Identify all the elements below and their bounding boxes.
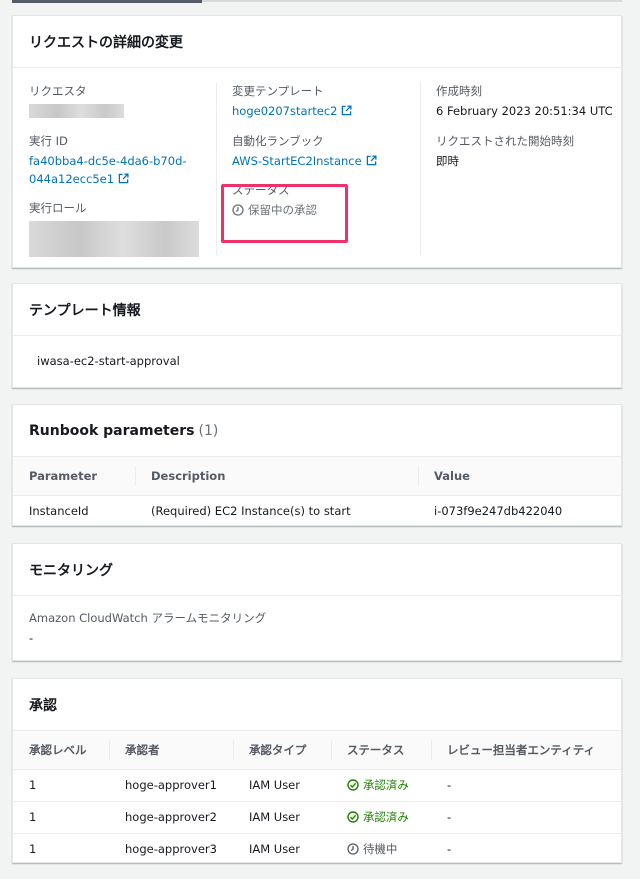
template-info-panel: テンプレート情報 iwasa-ec2-start-approval	[12, 283, 622, 388]
approval-status-text: 承認済み	[362, 777, 409, 792]
external-link-icon[interactable]	[118, 173, 129, 184]
external-link-icon[interactable]	[341, 105, 353, 116]
approval-table: 承認レベル 承認者 承認タイプ ステータス レビュー担当者エンティティ 1 hog…	[13, 731, 621, 865]
approval-level: 1	[29, 842, 37, 857]
execution-id-link[interactable]: fa40bba4-dc5e-4da6-b70d- 044a12ecc5e1	[29, 152, 187, 188]
cloudwatch-alarm-label: Amazon CloudWatch アラームモニタリング	[29, 611, 267, 625]
execution-id-field: 実行 ID fa40bba4-dc5e-4da6-b70d- 044a12ecc…	[29, 133, 187, 188]
execution-role-label: 実行ロール	[29, 201, 87, 215]
reviewer-entity: -	[446, 842, 452, 857]
template-name: iwasa-ec2-start-approval	[37, 354, 180, 368]
runbook-parameters-header: Runbook parameters (1)	[13, 405, 621, 457]
approval-status: 待機中	[331, 833, 431, 865]
execution-id-line2[interactable]: 044a12ecc5e1	[29, 172, 114, 186]
created-time-field: 作成時刻 6 February 2023 20:51:34 UTC	[436, 83, 613, 120]
table-row: 1 hoge-approver2 IAM User 承認済み -	[13, 801, 621, 834]
execution-id-label: 実行 ID	[29, 134, 68, 148]
requested-start-label: リクエストされた開始時刻	[436, 134, 574, 148]
request-details-title: リクエストの詳細の変更	[13, 16, 621, 68]
approval-type: IAM User	[248, 842, 300, 857]
table-row: InstanceId (Required) EC2 Instance(s) to…	[13, 495, 621, 527]
requester-field: リクエスタ	[29, 83, 124, 118]
requester-value-redacted	[29, 104, 124, 118]
runbook-parameters-table: Parameter Description Value InstanceId (…	[13, 457, 621, 527]
reviewer-entity: -	[430, 801, 621, 834]
runbook-parameters-title: Runbook parameters	[29, 422, 195, 439]
approval-level: 1	[13, 801, 109, 834]
approver-name: hoge-approver1	[109, 769, 233, 802]
column-header-description: Description	[135, 457, 418, 496]
approval-status: 承認済み	[330, 769, 431, 802]
execution-role-value-redacted	[29, 221, 199, 257]
approval-type: IAM User	[232, 769, 331, 802]
param-name: InstanceId	[29, 504, 89, 519]
request-details-panel: リクエストの詳細の変更 リクエスタ 実行 ID fa40bba4-dc5e-4d…	[12, 15, 622, 268]
param-description: (Required) EC2 Instance(s) to start	[151, 504, 351, 519]
change-template-link[interactable]: hoge0207startec2	[232, 104, 337, 118]
requested-start-field: リクエストされた開始時刻 即時	[436, 133, 574, 170]
approval-status-text: 承認済み	[362, 809, 409, 824]
template-info-title: テンプレート情報	[13, 284, 621, 336]
approval-panel: 承認 承認レベル 承認者 承認タイプ ステータス レビュー担当者エンティティ 1…	[12, 678, 622, 863]
runbook-label: 自動化ランブック	[232, 134, 324, 148]
execution-id-line1[interactable]: fa40bba4-dc5e-4da6-b70d-	[29, 154, 187, 168]
check-circle-icon	[347, 778, 359, 791]
approval-level: 1	[13, 769, 109, 802]
approver-name: hoge-approver2	[109, 801, 233, 834]
runbook-parameters-count: (1)	[198, 422, 219, 439]
check-circle-icon	[347, 810, 359, 823]
column-divider	[420, 83, 421, 255]
reviewer-entity: -	[430, 769, 621, 802]
column-header-approver: 承認者	[109, 731, 233, 770]
tab-divider	[202, 0, 622, 2]
column-header-level: 承認レベル	[13, 731, 109, 770]
approval-type: IAM User	[232, 801, 331, 834]
runbook-field: 自動化ランブック AWS-StartEC2Instance	[232, 133, 377, 170]
param-value: i-073f9e247db422040	[434, 504, 563, 519]
column-header-reviewer-entity: レビュー担当者エンティティ	[430, 731, 621, 770]
table-row: 1 hoge-approver3 IAM User 待機中 -	[13, 833, 621, 865]
active-tab-underline	[12, 0, 202, 3]
runbook-parameters-panel: Runbook parameters (1) Parameter Descrip…	[12, 404, 622, 526]
cloudwatch-alarm-value: -	[29, 631, 34, 645]
approval-status-text: 待機中	[362, 841, 398, 856]
monitoring-title: モニタリング	[13, 544, 621, 596]
clock-icon	[347, 843, 359, 855]
monitoring-panel: モニタリング Amazon CloudWatch アラームモニタリング -	[12, 543, 622, 661]
table-row: 1 hoge-approver1 IAM User 承認済み -	[13, 769, 621, 802]
column-divider	[216, 83, 217, 255]
runbook-link[interactable]: AWS-StartEC2Instance	[232, 154, 362, 168]
requested-start-value: 即時	[436, 154, 459, 168]
column-header-type: 承認タイプ	[232, 731, 331, 770]
approval-status: 承認済み	[330, 801, 431, 834]
execution-role-field: 実行ロール	[29, 200, 199, 257]
top-tab-indicator	[0, 0, 640, 6]
external-link-icon[interactable]	[366, 155, 377, 166]
column-header-status: ステータス	[330, 731, 431, 770]
column-header-parameter: Parameter	[13, 457, 135, 496]
status-highlight-box	[221, 184, 348, 243]
change-template-label: 変更テンプレート	[232, 84, 324, 98]
change-template-field: 変更テンプレート hoge0207startec2	[232, 83, 353, 120]
column-header-value: Value	[418, 457, 621, 496]
created-time-value: 6 February 2023 20:51:34 UTC	[436, 104, 613, 118]
approval-title: 承認	[13, 679, 621, 731]
created-time-label: 作成時刻	[436, 84, 482, 98]
approver-name: hoge-approver3	[125, 842, 217, 857]
requester-label: リクエスタ	[29, 84, 87, 98]
